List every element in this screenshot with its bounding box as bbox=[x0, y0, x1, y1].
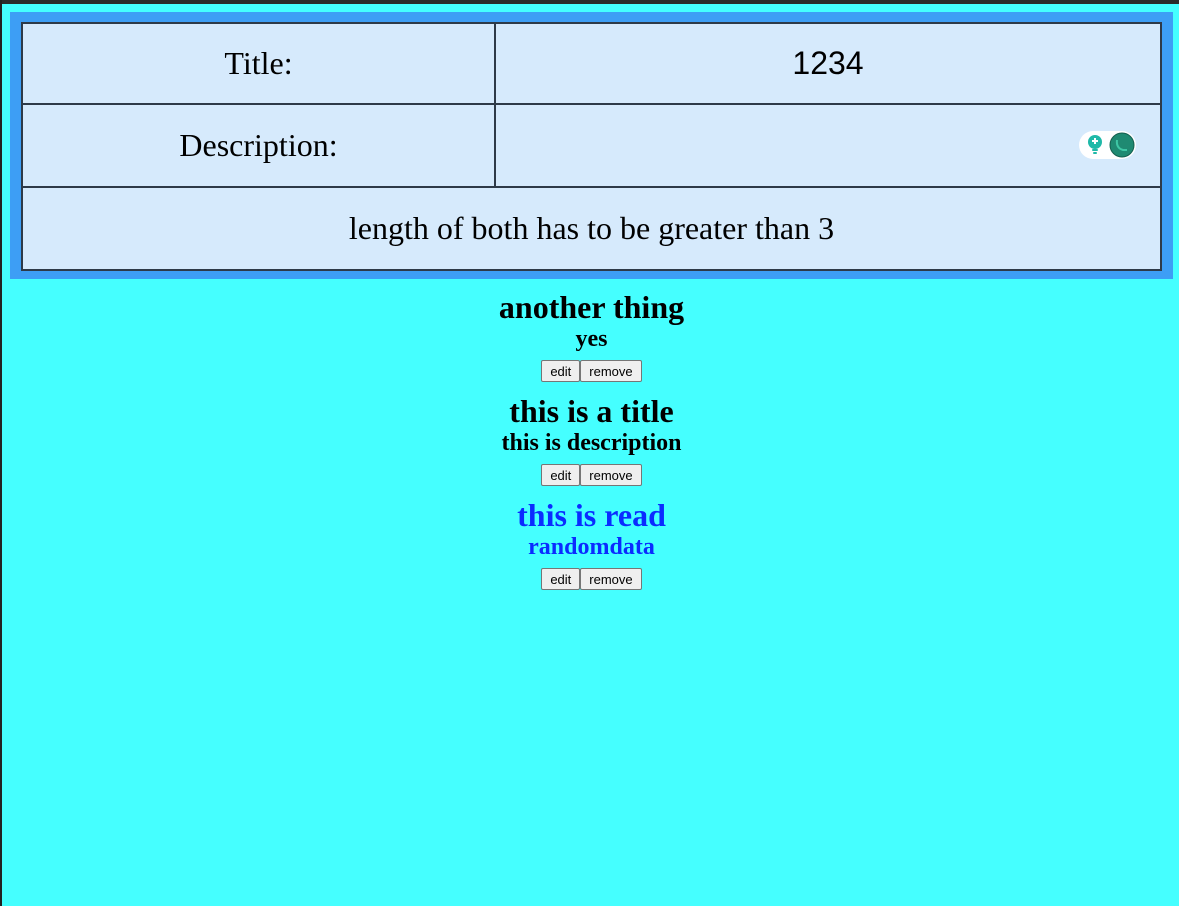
remove-button[interactable]: remove bbox=[580, 464, 642, 486]
item-title: another thing bbox=[498, 289, 685, 325]
item-description: this is description bbox=[501, 430, 682, 456]
extension-icons bbox=[1079, 131, 1136, 159]
item-actions: edit remove bbox=[2, 568, 1179, 590]
item-title: this is read bbox=[517, 497, 666, 533]
list-item-read: this is read randomdata edit remove bbox=[2, 496, 1179, 590]
lightbulb-icon[interactable] bbox=[1084, 133, 1106, 157]
list-item: another thing yes edit remove bbox=[2, 288, 1179, 382]
validation-note: length of both has to be greater than 3 bbox=[21, 186, 1162, 271]
title-input[interactable] bbox=[496, 24, 1160, 103]
remove-button[interactable]: remove bbox=[580, 568, 642, 590]
item-actions: edit remove bbox=[2, 360, 1179, 382]
window-top-border bbox=[2, 0, 1179, 4]
edit-button[interactable]: edit bbox=[541, 464, 581, 486]
description-input[interactable] bbox=[496, 105, 1160, 186]
edit-button[interactable]: edit bbox=[541, 568, 581, 590]
item-description: randomdata bbox=[528, 534, 655, 560]
todo-form: Title: Description: bbox=[10, 12, 1173, 279]
description-cell bbox=[494, 103, 1162, 188]
title-label: Title: bbox=[21, 22, 496, 105]
description-label: Description: bbox=[21, 103, 496, 188]
item-actions: edit remove bbox=[2, 464, 1179, 486]
form-table: Title: Description: bbox=[21, 22, 1162, 271]
title-cell bbox=[494, 22, 1162, 105]
item-title: this is a title bbox=[509, 393, 674, 429]
remove-button[interactable]: remove bbox=[580, 360, 642, 382]
edit-button[interactable]: edit bbox=[541, 360, 581, 382]
chat-bubble-icon[interactable] bbox=[1109, 132, 1135, 158]
todo-list: another thing yes edit remove this is a … bbox=[2, 288, 1179, 600]
item-description: yes bbox=[575, 326, 608, 352]
list-item: this is a title this is description edit… bbox=[2, 392, 1179, 486]
